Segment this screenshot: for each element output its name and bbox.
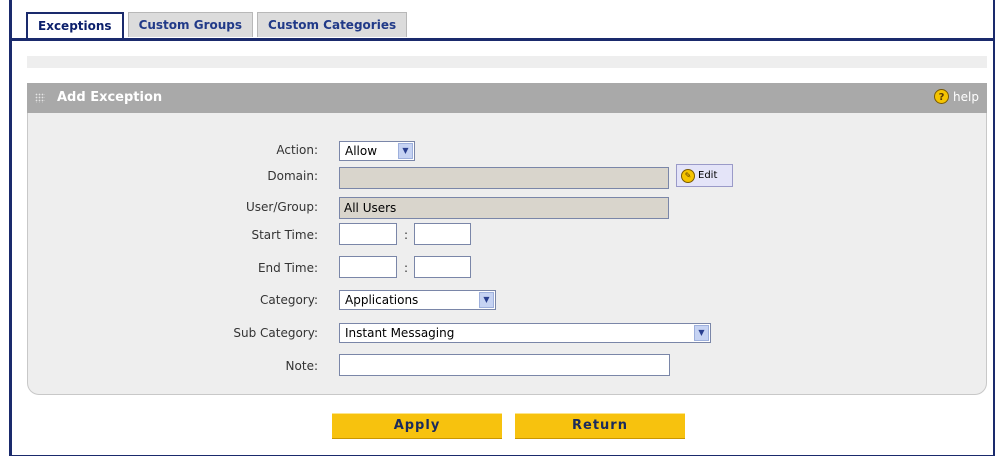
chevron-down-icon: ▼ (694, 325, 709, 341)
edit-button-label: Edit (698, 170, 718, 181)
start-time-minute-input[interactable] (414, 223, 471, 245)
add-exception-form: Action: Allow ▼ Domain: User/Group: All … (27, 113, 987, 395)
category-value: Applications (345, 293, 419, 307)
domain-label: Domain: (267, 169, 318, 183)
user-group-label: User/Group: (246, 200, 318, 214)
end-time-hour-input[interactable] (339, 256, 397, 278)
end-time-label: End Time: (257, 261, 318, 275)
tab-exceptions[interactable]: Exceptions (26, 12, 124, 39)
action-value: Allow (345, 144, 378, 158)
tab-custom-groups[interactable]: Custom Groups (127, 12, 254, 37)
return-button[interactable]: Return (515, 413, 685, 439)
user-group-field[interactable]: All Users (339, 197, 669, 219)
question-icon: ? (934, 89, 950, 104)
category-label: Category: (260, 293, 318, 307)
note-input[interactable] (339, 354, 670, 376)
chevron-down-icon: ▼ (479, 292, 494, 308)
chevron-down-icon: ▼ (398, 143, 413, 159)
tab-custom-categories[interactable]: Custom Categories (257, 12, 408, 37)
sub-category-value: Instant Messaging (345, 326, 455, 340)
start-time-separator: : (404, 228, 409, 242)
help-label: help (953, 89, 979, 104)
end-time-separator: : (404, 261, 409, 275)
apply-button[interactable]: Apply (332, 413, 502, 439)
end-time-minute-input[interactable] (414, 256, 471, 278)
tab-bar: Exceptions Custom Groups Custom Categori… (26, 12, 411, 39)
tab-underline (12, 38, 993, 41)
grip-icon (35, 93, 45, 103)
info-strip (27, 56, 987, 68)
note-label: Note: (285, 359, 318, 373)
pencil-icon: ✎ (681, 168, 695, 183)
start-time-hour-input[interactable] (339, 223, 397, 245)
panel-title: Add Exception (57, 90, 163, 105)
help-link[interactable]: ? help (934, 89, 979, 104)
action-label: Action: (276, 143, 318, 157)
sub-category-select[interactable]: Instant Messaging ▼ (339, 323, 711, 343)
action-select[interactable]: Allow ▼ (339, 141, 415, 161)
sub-category-label: Sub Category: (233, 326, 318, 340)
panel-header: Add Exception ? help (27, 83, 987, 113)
edit-domain-button[interactable]: ✎ Edit (676, 164, 733, 187)
category-select[interactable]: Applications ▼ (339, 290, 496, 310)
start-time-label: Start Time: (251, 228, 318, 242)
domain-field[interactable] (339, 167, 669, 189)
